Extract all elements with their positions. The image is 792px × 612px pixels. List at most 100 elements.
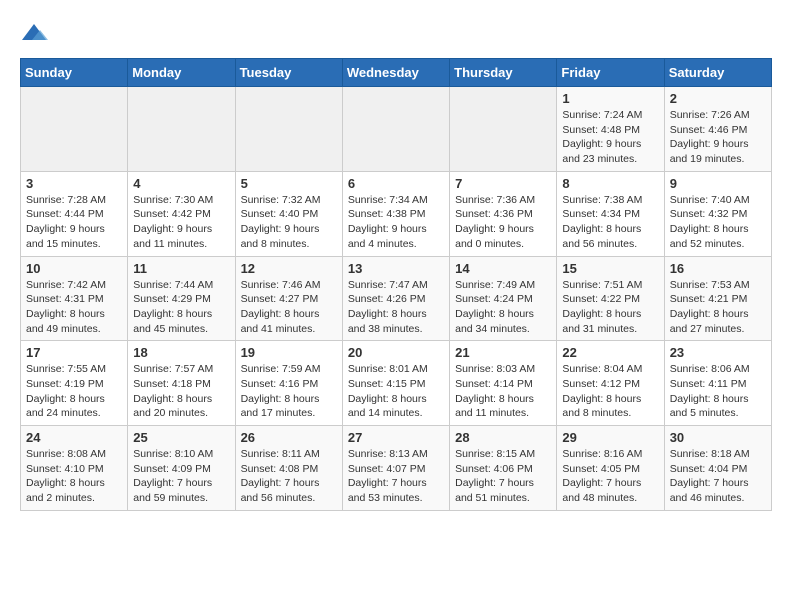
- day-number: 17: [26, 345, 122, 360]
- day-info: Sunrise: 7:38 AM Sunset: 4:34 PM Dayligh…: [562, 193, 658, 252]
- day-info: Sunrise: 8:04 AM Sunset: 4:12 PM Dayligh…: [562, 362, 658, 421]
- day-number: 11: [133, 261, 229, 276]
- day-info: Sunrise: 7:46 AM Sunset: 4:27 PM Dayligh…: [241, 278, 337, 337]
- day-number: 6: [348, 176, 444, 191]
- weekday-header-sunday: Sunday: [21, 59, 128, 87]
- day-info: Sunrise: 7:40 AM Sunset: 4:32 PM Dayligh…: [670, 193, 766, 252]
- calendar-cell: [128, 87, 235, 172]
- weekday-header-wednesday: Wednesday: [342, 59, 449, 87]
- day-number: 9: [670, 176, 766, 191]
- calendar-cell: 7Sunrise: 7:36 AM Sunset: 4:36 PM Daylig…: [450, 171, 557, 256]
- calendar-cell: 12 Sunrise: 7:46 AM Sunset: 4:27 PM Dayli…: [235, 256, 342, 341]
- calendar-cell: 19 Sunrise: 7:59 AM Sunset: 4:16 PM Dayli…: [235, 341, 342, 426]
- day-number: 5: [241, 176, 337, 191]
- calendar-cell: 5Sunrise: 7:32 AM Sunset: 4:40 PM Daylig…: [235, 171, 342, 256]
- calendar-cell: [235, 87, 342, 172]
- day-number: 2: [670, 91, 766, 106]
- day-number: 24: [26, 430, 122, 445]
- calendar-body: 1 Sunrise: 7:24 AM Sunset: 4:48 PM Daylig…: [21, 87, 772, 511]
- week-row-3: 17 Sunrise: 7:55 AM Sunset: 4:19 PM Dayli…: [21, 341, 772, 426]
- day-info: Sunrise: 7:28 AM Sunset: 4:44 PM Dayligh…: [26, 193, 122, 252]
- day-number: 3: [26, 176, 122, 191]
- calendar-cell: 23Sunrise: 8:06 AM Sunset: 4:11 PM Dayli…: [664, 341, 771, 426]
- day-info: Sunrise: 7:26 AM Sunset: 4:46 PM Dayligh…: [670, 108, 766, 167]
- day-number: 16: [670, 261, 766, 276]
- calendar-cell: 2 Sunrise: 7:26 AM Sunset: 4:46 PM Daylig…: [664, 87, 771, 172]
- weekday-header-monday: Monday: [128, 59, 235, 87]
- calendar-cell: 4Sunrise: 7:30 AM Sunset: 4:42 PM Daylig…: [128, 171, 235, 256]
- calendar-cell: [21, 87, 128, 172]
- logo-icon: [20, 20, 48, 48]
- calendar-cell: 29 Sunrise: 8:16 AM Sunset: 4:05 PM Dayli…: [557, 426, 664, 511]
- calendar-cell: 8Sunrise: 7:38 AM Sunset: 4:34 PM Daylig…: [557, 171, 664, 256]
- day-number: 18: [133, 345, 229, 360]
- day-info: Sunrise: 8:13 AM Sunset: 4:07 PM Dayligh…: [348, 447, 444, 506]
- day-info: Sunrise: 8:16 AM Sunset: 4:05 PM Dayligh…: [562, 447, 658, 506]
- day-info: Sunrise: 8:03 AM Sunset: 4:14 PM Dayligh…: [455, 362, 551, 421]
- day-info: Sunrise: 7:57 AM Sunset: 4:18 PM Dayligh…: [133, 362, 229, 421]
- calendar-cell: 18 Sunrise: 7:57 AM Sunset: 4:18 PM Dayli…: [128, 341, 235, 426]
- weekday-header-saturday: Saturday: [664, 59, 771, 87]
- day-number: 26: [241, 430, 337, 445]
- calendar-cell: 3 Sunrise: 7:28 AM Sunset: 4:44 PM Daylig…: [21, 171, 128, 256]
- weekday-header-thursday: Thursday: [450, 59, 557, 87]
- calendar-cell: 13 Sunrise: 7:47 AM Sunset: 4:26 PM Dayli…: [342, 256, 449, 341]
- page-header: [20, 20, 772, 48]
- day-info: Sunrise: 8:10 AM Sunset: 4:09 PM Dayligh…: [133, 447, 229, 506]
- day-number: 25: [133, 430, 229, 445]
- calendar-cell: 17 Sunrise: 7:55 AM Sunset: 4:19 PM Dayli…: [21, 341, 128, 426]
- calendar-cell: 22Sunrise: 8:04 AM Sunset: 4:12 PM Dayli…: [557, 341, 664, 426]
- day-info: Sunrise: 8:08 AM Sunset: 4:10 PM Dayligh…: [26, 447, 122, 506]
- calendar-cell: 21 Sunrise: 8:03 AM Sunset: 4:14 PM Dayli…: [450, 341, 557, 426]
- day-info: Sunrise: 7:24 AM Sunset: 4:48 PM Dayligh…: [562, 108, 658, 167]
- week-row-1: 3 Sunrise: 7:28 AM Sunset: 4:44 PM Daylig…: [21, 171, 772, 256]
- weekday-header-tuesday: Tuesday: [235, 59, 342, 87]
- calendar-header: SundayMondayTuesdayWednesdayThursdayFrid…: [21, 59, 772, 87]
- day-number: 14: [455, 261, 551, 276]
- day-number: 28: [455, 430, 551, 445]
- day-number: 15: [562, 261, 658, 276]
- day-info: Sunrise: 7:30 AM Sunset: 4:42 PM Dayligh…: [133, 193, 229, 252]
- day-number: 29: [562, 430, 658, 445]
- day-info: Sunrise: 8:01 AM Sunset: 4:15 PM Dayligh…: [348, 362, 444, 421]
- day-info: Sunrise: 8:06 AM Sunset: 4:11 PM Dayligh…: [670, 362, 766, 421]
- day-number: 19: [241, 345, 337, 360]
- day-info: Sunrise: 8:15 AM Sunset: 4:06 PM Dayligh…: [455, 447, 551, 506]
- day-number: 13: [348, 261, 444, 276]
- calendar-cell: 11Sunrise: 7:44 AM Sunset: 4:29 PM Dayli…: [128, 256, 235, 341]
- calendar-cell: 20 Sunrise: 8:01 AM Sunset: 4:15 PM Dayli…: [342, 341, 449, 426]
- calendar-cell: 10 Sunrise: 7:42 AM Sunset: 4:31 PM Dayli…: [21, 256, 128, 341]
- day-info: Sunrise: 7:59 AM Sunset: 4:16 PM Dayligh…: [241, 362, 337, 421]
- day-number: 10: [26, 261, 122, 276]
- calendar-cell: [450, 87, 557, 172]
- calendar-cell: 9 Sunrise: 7:40 AM Sunset: 4:32 PM Daylig…: [664, 171, 771, 256]
- calendar-cell: 16Sunrise: 7:53 AM Sunset: 4:21 PM Dayli…: [664, 256, 771, 341]
- week-row-2: 10 Sunrise: 7:42 AM Sunset: 4:31 PM Dayli…: [21, 256, 772, 341]
- weekday-row: SundayMondayTuesdayWednesdayThursdayFrid…: [21, 59, 772, 87]
- day-info: Sunrise: 7:42 AM Sunset: 4:31 PM Dayligh…: [26, 278, 122, 337]
- week-row-4: 24 Sunrise: 8:08 AM Sunset: 4:10 PM Dayli…: [21, 426, 772, 511]
- calendar-cell: 25 Sunrise: 8:10 AM Sunset: 4:09 PM Dayli…: [128, 426, 235, 511]
- day-info: Sunrise: 7:51 AM Sunset: 4:22 PM Dayligh…: [562, 278, 658, 337]
- calendar-cell: 6Sunrise: 7:34 AM Sunset: 4:38 PM Daylig…: [342, 171, 449, 256]
- calendar-cell: 1 Sunrise: 7:24 AM Sunset: 4:48 PM Daylig…: [557, 87, 664, 172]
- calendar-cell: 14 Sunrise: 7:49 AM Sunset: 4:24 PM Dayli…: [450, 256, 557, 341]
- calendar-cell: 28 Sunrise: 8:15 AM Sunset: 4:06 PM Dayli…: [450, 426, 557, 511]
- day-number: 20: [348, 345, 444, 360]
- day-info: Sunrise: 7:47 AM Sunset: 4:26 PM Dayligh…: [348, 278, 444, 337]
- day-number: 1: [562, 91, 658, 106]
- day-info: Sunrise: 7:49 AM Sunset: 4:24 PM Dayligh…: [455, 278, 551, 337]
- calendar-cell: [342, 87, 449, 172]
- calendar-cell: 27 Sunrise: 8:13 AM Sunset: 4:07 PM Dayli…: [342, 426, 449, 511]
- logo: [20, 20, 52, 48]
- day-number: 21: [455, 345, 551, 360]
- day-info: Sunrise: 7:55 AM Sunset: 4:19 PM Dayligh…: [26, 362, 122, 421]
- day-number: 27: [348, 430, 444, 445]
- day-number: 30: [670, 430, 766, 445]
- calendar-cell: 15 Sunrise: 7:51 AM Sunset: 4:22 PM Dayli…: [557, 256, 664, 341]
- day-number: 12: [241, 261, 337, 276]
- day-info: Sunrise: 8:11 AM Sunset: 4:08 PM Dayligh…: [241, 447, 337, 506]
- calendar-cell: 24 Sunrise: 8:08 AM Sunset: 4:10 PM Dayli…: [21, 426, 128, 511]
- weekday-header-friday: Friday: [557, 59, 664, 87]
- calendar-cell: 30Sunrise: 8:18 AM Sunset: 4:04 PM Dayli…: [664, 426, 771, 511]
